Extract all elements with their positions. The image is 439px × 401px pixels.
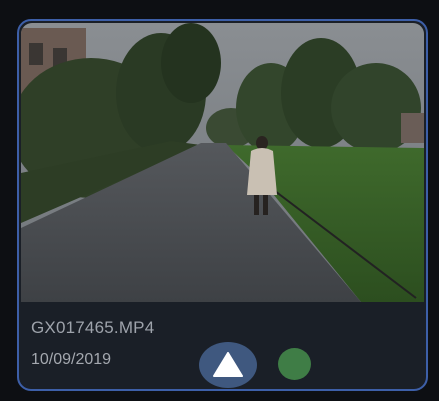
status-dot-icon [278, 348, 311, 380]
video-filename: GX017465.MP4 [31, 318, 155, 337]
video-card[interactable]: GX017465.MP4 10/09/2019 [17, 19, 428, 391]
triangle-up-icon [213, 352, 243, 377]
video-thumbnail[interactable] [21, 23, 424, 302]
upload-button[interactable] [199, 342, 257, 388]
thumbnail-image [21, 23, 424, 302]
video-date: 10/09/2019 [31, 351, 112, 368]
page: GX017465.MP4 10/09/2019 [0, 0, 439, 401]
